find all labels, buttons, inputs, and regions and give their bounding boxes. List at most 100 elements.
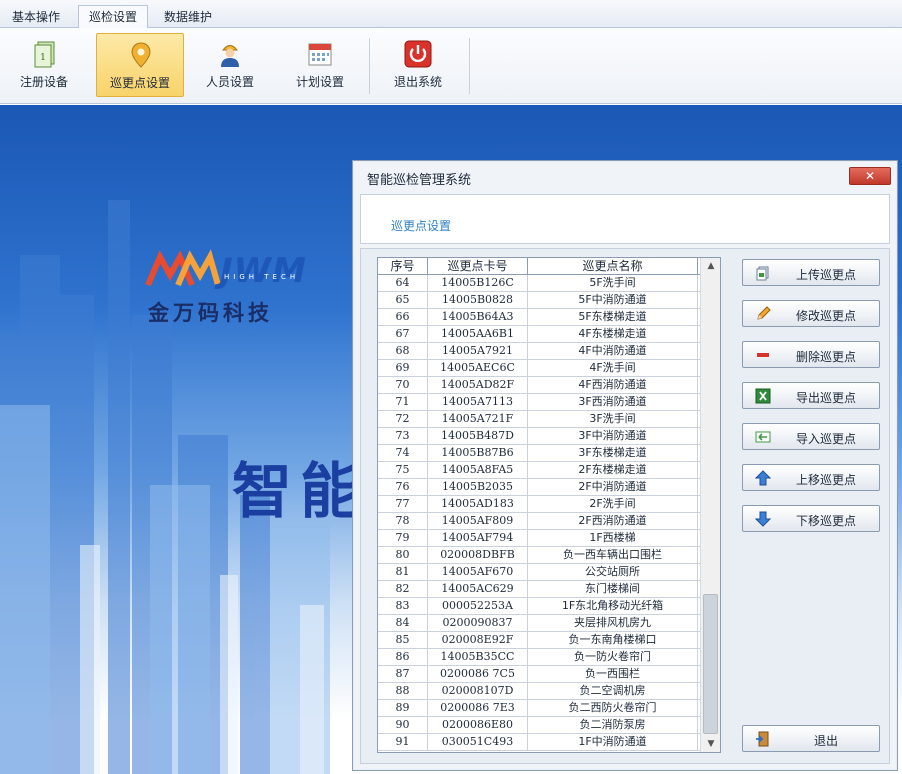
cell-checkpoint-name: 夹层排风机房九: [528, 615, 698, 631]
table-row[interactable]: 81 14005AF670 公交站厕所: [378, 564, 700, 581]
cell-card-number: 14005B87B6: [428, 445, 528, 461]
cell-checkpoint-name: 4F中消防通道: [528, 343, 698, 359]
cell-index: 82: [378, 581, 428, 597]
table-row[interactable]: 72 14005A721F 3F洗手间: [378, 411, 700, 428]
tab-basic-operations[interactable]: 基本操作: [2, 6, 70, 28]
table-row[interactable]: 71 14005A7113 3F西消防通道: [378, 394, 700, 411]
checkpoint-settings-button[interactable]: 巡更点设置: [96, 33, 184, 97]
cell-checkpoint-name: 1F东北角移动光纤箱: [528, 598, 698, 614]
cell-card-number: 020008DBFB: [428, 547, 528, 563]
register-device-button[interactable]: 1 注册设备: [0, 33, 88, 97]
table-row[interactable]: 79 14005AF794 1F西楼梯: [378, 530, 700, 547]
cell-index: 69: [378, 360, 428, 376]
move-up-checkpoint-button[interactable]: 上移巡更点: [742, 464, 880, 491]
cell-index: 85: [378, 632, 428, 648]
upload-icon: [756, 266, 769, 281]
cell-checkpoint-name: 负二消防泵房: [528, 717, 698, 733]
close-button[interactable]: ✕: [849, 167, 891, 185]
worker-icon: [221, 45, 239, 67]
move-down-checkpoint-button[interactable]: 下移巡更点: [742, 505, 880, 532]
dialog-title: 智能巡检管理系统: [367, 173, 472, 188]
dialog-body: 序号 巡更点卡号 巡更点名称 64 14005B126C 5F洗手间 65 14005B…: [360, 248, 890, 764]
exit-system-button[interactable]: 退出系统: [374, 33, 462, 97]
cell-index: 66: [378, 309, 428, 325]
cell-index: 64: [378, 275, 428, 291]
column-header-checkpoint-name[interactable]: 巡更点名称: [528, 258, 698, 275]
table-row[interactable]: 89 0200086 7E3 负二西防火卷帘门: [378, 700, 700, 717]
cell-checkpoint-name: 4F东楼梯走道: [528, 326, 698, 342]
scroll-up-icon[interactable]: ▲: [701, 258, 721, 274]
table-row[interactable]: 69 14005AEC6C 4F洗手间: [378, 360, 700, 377]
ribbon-label: 计划设置: [295, 75, 344, 89]
button-label: 导入巡更点: [795, 432, 856, 446]
arrow-up-icon: [755, 470, 771, 486]
table-row[interactable]: 73 14005B487D 3F中消防通道: [378, 428, 700, 445]
cell-checkpoint-name: 3F东楼梯走道: [528, 445, 698, 461]
button-label: 下移巡更点: [795, 514, 856, 528]
table-row[interactable]: 87 0200086 7C5 负一西围栏: [378, 666, 700, 683]
cell-card-number: 14005B35CC: [428, 649, 528, 665]
cell-checkpoint-name: 东门楼梯间: [528, 581, 698, 597]
table-row[interactable]: 84 0200090837 夹层排风机房九: [378, 615, 700, 632]
cell-card-number: 14005AC629: [428, 581, 528, 597]
cell-card-number: 0200086E80: [428, 717, 528, 733]
delete-checkpoint-button[interactable]: 删除巡更点: [742, 341, 880, 368]
cell-checkpoint-name: 2F西消防通道: [528, 513, 698, 529]
cell-index: 89: [378, 700, 428, 716]
cell-card-number: 14005B0828: [428, 292, 528, 308]
table-row[interactable]: 83 000052253A 1F东北角移动光纤箱: [378, 598, 700, 615]
column-header-index[interactable]: 序号: [378, 258, 428, 275]
table-row[interactable]: 86 14005B35CC 负一防火卷帘门: [378, 649, 700, 666]
table-scrollbar[interactable]: ▲ ▼: [700, 258, 720, 752]
import-icon: [755, 431, 771, 443]
cell-card-number: 0200086 7C5: [428, 666, 528, 682]
splash-title: 智能: [232, 457, 368, 527]
close-icon: ✕: [864, 169, 876, 183]
scrollbar-thumb[interactable]: [703, 594, 718, 734]
tab-inspection-settings[interactable]: 巡检设置: [78, 5, 149, 29]
cell-card-number: 14005A7113: [428, 394, 528, 410]
table-row[interactable]: 67 14005AA6B1 4F东楼梯走道: [378, 326, 700, 343]
ribbon-label: 人员设置: [205, 75, 254, 89]
schedule-settings-button[interactable]: 计划设置: [276, 33, 364, 97]
table-row[interactable]: 80 020008DBFB 负一西车辆出口围栏: [378, 547, 700, 564]
cell-index: 87: [378, 666, 428, 682]
table-row[interactable]: 66 14005B64A3 5F东楼梯走道: [378, 309, 700, 326]
edit-checkpoint-button[interactable]: 修改巡更点: [742, 300, 880, 327]
table-row[interactable]: 74 14005B87B6 3F东楼梯走道: [378, 445, 700, 462]
cell-checkpoint-name: 2F中消防通道: [528, 479, 698, 495]
table-row[interactable]: 64 14005B126C 5F洗手间: [378, 275, 700, 292]
table-row[interactable]: 68 14005A7921 4F中消防通道: [378, 343, 700, 360]
cell-checkpoint-name: 负一东南角楼梯口: [528, 632, 698, 648]
table-row[interactable]: 77 14005AD183 2F洗手间: [378, 496, 700, 513]
button-label: 删除巡更点: [795, 350, 856, 364]
checkpoint-settings-dialog: 智能巡检管理系统 ✕ 巡更点设置 序号 巡更点卡号 巡更点名称 64 14005B…: [352, 160, 898, 771]
personnel-settings-button[interactable]: 人员设置: [186, 33, 274, 97]
table-row[interactable]: 75 14005A8FA5 2F东楼梯走道: [378, 462, 700, 479]
excel-icon: [755, 388, 771, 404]
cell-index: 91: [378, 734, 428, 750]
column-header-card-number[interactable]: 巡更点卡号: [428, 258, 528, 275]
cell-index: 83: [378, 598, 428, 614]
table-header: 序号 巡更点卡号 巡更点名称: [378, 258, 700, 275]
upload-checkpoint-button[interactable]: 上传巡更点: [742, 259, 880, 286]
scroll-down-icon[interactable]: ▼: [701, 736, 721, 752]
export-checkpoint-button[interactable]: 导出巡更点: [742, 382, 880, 409]
table-row[interactable]: 91 030051C493 1F中消防通道: [378, 734, 700, 751]
cell-checkpoint-name: 3F洗手间: [528, 411, 698, 427]
cell-card-number: 14005AF794: [428, 530, 528, 546]
import-checkpoint-button[interactable]: 导入巡更点: [742, 423, 880, 450]
table-row[interactable]: 85 020008E92F 负一东南角楼梯口: [378, 632, 700, 649]
table-row[interactable]: 76 14005B2035 2F中消防通道: [378, 479, 700, 496]
table-row[interactable]: 90 0200086E80 负二消防泵房: [378, 717, 700, 734]
table-row[interactable]: 82 14005AC629 东门楼梯间: [378, 581, 700, 598]
table-row[interactable]: 65 14005B0828 5F中消防通道: [378, 292, 700, 309]
cell-checkpoint-name: 负二西防火卷帘门: [528, 700, 698, 716]
cell-card-number: 14005B487D: [428, 428, 528, 444]
table-row[interactable]: 70 14005AD82F 4F西消防通道: [378, 377, 700, 394]
cell-checkpoint-name: 负一西车辆出口围栏: [528, 547, 698, 563]
table-row[interactable]: 88 020008107D 负二空调机房: [378, 683, 700, 700]
table-row[interactable]: 78 14005AF809 2F西消防通道: [378, 513, 700, 530]
tab-data-maintenance[interactable]: 数据维护: [154, 6, 222, 28]
exit-button[interactable]: 退出: [742, 725, 880, 752]
